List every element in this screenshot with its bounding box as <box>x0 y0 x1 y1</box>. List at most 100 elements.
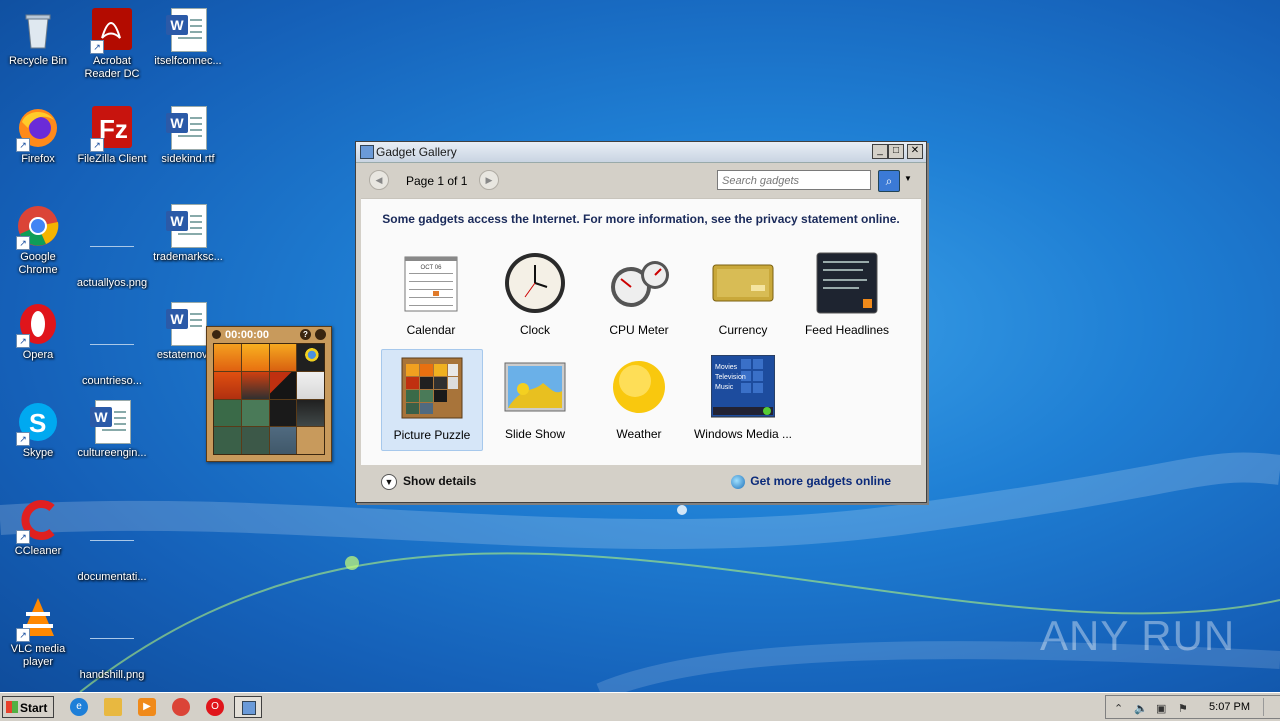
show-desktop-button[interactable] <box>1263 698 1278 716</box>
chevron-down-icon: ▼ <box>381 474 397 490</box>
desktop-icon-chrome[interactable]: ↗ Google Chrome <box>0 204 76 277</box>
desktop-icon-actuallyos[interactable]: actuallyos.png <box>74 204 150 290</box>
title-bar[interactable]: Gadget Gallery _ □ ✕ <box>356 142 926 163</box>
taskbar-clock[interactable]: 5:07 PM <box>1209 701 1250 713</box>
gadget-picture-puzzle[interactable]: Picture Puzzle <box>381 349 483 451</box>
currency-icon <box>711 251 775 315</box>
gadget-weather[interactable]: Weather <box>589 355 689 441</box>
start-button[interactable]: Start <box>2 696 54 718</box>
gadget-cpu-meter[interactable]: CPU Meter <box>589 251 689 337</box>
desktop-icon-recycle-bin[interactable]: Recycle Bin <box>0 8 76 68</box>
desktop-icon-ccleaner[interactable]: ↗ CCleaner <box>0 498 76 558</box>
word-doc-icon: W <box>166 8 210 52</box>
show-hidden-icons-button[interactable]: ⌃ <box>1114 702 1123 715</box>
gadget-gallery-taskbar-button[interactable] <box>234 696 262 718</box>
chevron-down-icon[interactable]: ▼ <box>904 174 912 183</box>
gadget-currency[interactable]: Currency <box>693 251 793 337</box>
gadget-calendar[interactable]: OCT 06 Calendar <box>381 251 481 337</box>
puzzle-timer: 00:00:00 <box>225 329 270 341</box>
next-page-button[interactable]: ▶ <box>479 170 499 190</box>
opera-icon: ↗ <box>16 302 60 348</box>
weather-icon <box>607 355 671 419</box>
puzzle-tile[interactable] <box>269 399 297 427</box>
minimize-button[interactable]: _ <box>872 144 888 159</box>
previous-page-button[interactable]: ◀ <box>369 170 389 190</box>
feed-headlines-icon <box>815 251 879 315</box>
shortcut-arrow-icon: ↗ <box>16 138 30 152</box>
puzzle-tile[interactable] <box>297 344 324 371</box>
word-doc-icon: W <box>166 204 210 248</box>
desktop-icon-firefox[interactable]: ↗ Firefox <box>0 106 76 166</box>
clock-icon <box>503 251 567 315</box>
vlc-icon: ↗ <box>16 596 60 642</box>
folder-icon[interactable] <box>104 698 122 716</box>
get-more-gadgets-link[interactable]: Get more gadgets online <box>731 474 891 489</box>
page-indicator: Page 1 of 1 <box>406 174 468 188</box>
acrobat-icon: ↗ <box>90 8 134 54</box>
desktop-icon-itselfconnec[interactable]: W itselfconnec... <box>150 8 226 68</box>
puzzle-tile[interactable] <box>241 427 269 454</box>
desktop-icon-cultureengin[interactable]: W cultureengin... <box>74 400 150 460</box>
desktop-icon-opera[interactable]: ↗ Opera <box>0 302 76 362</box>
desktop-icon-vlc[interactable]: ↗ VLC media player <box>0 596 76 669</box>
media-line-television: Television <box>715 374 746 381</box>
desktop-icon-acrobat[interactable]: ↗ Acrobat Reader DC <box>74 8 150 81</box>
gadget-slide-show[interactable]: Slide Show <box>485 355 585 441</box>
desktop-icon-sidekind[interactable]: W sidekind.rtf <box>150 106 226 166</box>
calendar-month: OCT 06 <box>421 265 443 271</box>
gadget-clock[interactable]: Clock <box>485 251 585 337</box>
show-details-button[interactable]: ▼ Show details <box>381 474 476 490</box>
puzzle-tile[interactable] <box>297 399 324 427</box>
desktop-icon-trademarksc[interactable]: W trademarksc... <box>150 204 226 264</box>
word-doc-icon: W <box>166 302 210 346</box>
puzzle-tile[interactable] <box>269 427 297 454</box>
picture-puzzle-gadget[interactable]: 00:00:00 ? <box>206 326 332 462</box>
media-line-music: Music <box>715 384 734 391</box>
window-title: Gadget Gallery <box>376 145 457 159</box>
gadget-windows-media[interactable]: Movies Television Music Windows Media ..… <box>693 354 793 441</box>
network-icon[interactable]: ▣ <box>1156 702 1166 715</box>
puzzle-tile[interactable] <box>214 371 241 399</box>
windows-logo-icon <box>6 701 18 713</box>
desktop-icon-countrieso[interactable]: countrieso... <box>74 302 150 388</box>
puzzle-tile[interactable] <box>214 427 241 454</box>
puzzle-tile[interactable] <box>297 371 324 399</box>
image-file-icon <box>90 230 134 274</box>
volume-icon[interactable]: 🔈 <box>1134 702 1148 715</box>
windows-media-icon: Movies Television Music <box>710 354 776 419</box>
media-player-icon[interactable]: ▶ <box>138 698 156 716</box>
search-gadgets-input[interactable]: Search gadgets <box>717 170 871 190</box>
desktop-icon-skype[interactable]: S ↗ Skype <box>0 400 76 460</box>
picture-puzzle-icon <box>400 356 464 420</box>
action-center-flag-icon[interactable]: ⚑ <box>1178 702 1188 715</box>
puzzle-tile[interactable] <box>241 371 269 399</box>
skype-icon: S ↗ <box>16 400 60 446</box>
image-file-icon <box>90 524 134 568</box>
gallery-toolbar: ◀ Page 1 of 1 ▶ Search gadgets ⌕ ▼ <box>356 163 926 197</box>
close-button[interactable]: ✕ <box>907 144 923 159</box>
cpu-meter-icon <box>607 251 671 315</box>
desktop-icon-handshill[interactable]: handshill.png <box>74 596 150 682</box>
puzzle-tile[interactable] <box>269 344 297 371</box>
chrome-icon[interactable] <box>172 698 190 716</box>
recycle-bin-icon <box>16 8 60 52</box>
gadget-list: Some gadgets access the Internet. For mo… <box>361 198 921 465</box>
puzzle-help-icon[interactable]: ? <box>300 329 311 340</box>
puzzle-tile[interactable] <box>241 399 269 427</box>
search-icon[interactable]: ⌕ <box>878 170 900 192</box>
puzzle-tile[interactable] <box>214 399 241 427</box>
gadget-feed-headlines[interactable]: Feed Headlines <box>797 251 897 337</box>
desktop-icon-filezilla[interactable]: Fz ↗ FileZilla Client <box>74 106 150 166</box>
maximize-button[interactable]: □ <box>888 144 904 159</box>
puzzle-tile[interactable] <box>214 344 241 371</box>
puzzle-tile[interactable] <box>241 344 269 371</box>
privacy-notice[interactable]: Some gadgets access the Internet. For mo… <box>361 212 921 226</box>
puzzle-solve-icon[interactable] <box>315 329 326 340</box>
opera-icon[interactable]: O <box>206 698 224 716</box>
internet-explorer-icon[interactable]: e <box>70 698 88 716</box>
gadget-gallery-app-icon <box>360 145 374 159</box>
puzzle-grid[interactable] <box>213 343 325 455</box>
puzzle-tile[interactable] <box>269 371 297 399</box>
desktop-icon-documentati[interactable]: documentati... <box>74 498 150 584</box>
shortcut-arrow-icon: ↗ <box>16 530 30 544</box>
